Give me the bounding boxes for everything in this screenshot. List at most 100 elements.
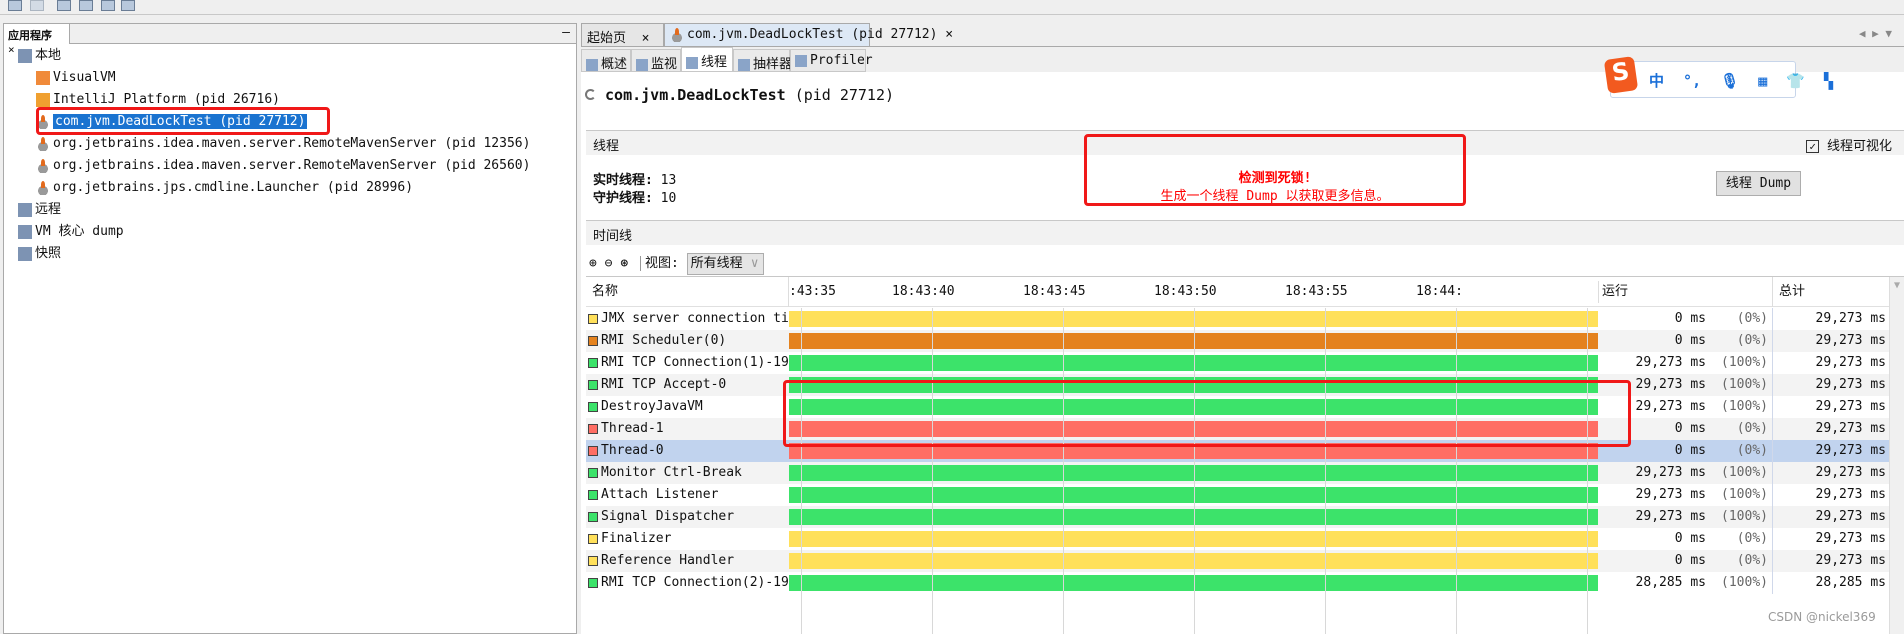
running-time: 0 ms	[1674, 531, 1706, 546]
thread-name-cell: DestroyJavaVM	[586, 396, 788, 418]
thread-state-icon	[588, 511, 598, 522]
total-time: 29,273 ms	[1772, 484, 1886, 506]
running-percent: (0%)	[1736, 311, 1768, 326]
tree-item[interactable]: org.jetbrains.idea.maven.server.RemoteMa…	[36, 156, 530, 176]
loading-icon	[585, 89, 596, 100]
deadlock-annotation	[1084, 134, 1466, 206]
timeline-tick: :43:35	[789, 284, 836, 299]
subtab-4[interactable]: Profiler	[790, 49, 873, 72]
java-icon	[670, 27, 684, 42]
close-icon[interactable]: ×	[642, 31, 650, 46]
main-area: 起始页 × com.jvm.DeadLockTest (pid 27712) ×…	[581, 23, 1904, 634]
close-icon[interactable]: ×	[945, 27, 953, 42]
total-time: 29,273 ms	[1772, 374, 1886, 396]
total-time: 29,273 ms	[1772, 462, 1886, 484]
thread-name: Monitor Ctrl-Break	[601, 465, 742, 480]
watermark: CSDN @nickel369	[1768, 610, 1876, 624]
thread-state-icon	[588, 467, 598, 478]
microphone-icon[interactable]: 🎙	[1720, 72, 1739, 90]
subtab-1[interactable]: 监视	[631, 49, 681, 72]
remote-icon	[18, 202, 32, 217]
apps-icon[interactable]: ▚	[1824, 72, 1833, 90]
timeline-gridline	[1587, 308, 1588, 634]
app-pid: (pid 27712)	[794, 86, 895, 104]
tree-item[interactable]: 远程	[18, 200, 61, 220]
thread-state-icon	[588, 489, 598, 500]
tree-item[interactable]: 快照	[18, 244, 61, 264]
table-row[interactable]: Signal Dispatcher 29,273 ms (100%) 29,273 m…	[586, 506, 1889, 528]
tab-start-page[interactable]: 起始页 ×	[581, 23, 664, 46]
tab-deadlocktest[interactable]: com.jvm.DeadLockTest (pid 27712) ×	[664, 23, 953, 46]
subtab-label: 监视	[651, 57, 678, 72]
visualvm-icon	[36, 70, 50, 85]
thread-name-cell: RMI TCP Connection(2)-192.1	[586, 572, 788, 594]
tree-item[interactable]: 本地	[18, 46, 61, 66]
table-row[interactable]: Reference Handler 0 ms (0%) 29,273 ms	[586, 550, 1889, 572]
header-total[interactable]: 总计	[1772, 277, 1805, 307]
timeline-tick: 18:43:50	[1154, 284, 1217, 299]
timeline-header: :43:35 18:43:40 18:43:45 18:43:50 18:43:55 18…	[788, 277, 1598, 307]
sogou-logo[interactable]: S	[1603, 56, 1639, 94]
snapshot-icon[interactable]	[121, 0, 135, 11]
add-remote-icon[interactable]	[57, 0, 71, 11]
applications-tab[interactable]: 应用程序 ×	[4, 24, 70, 56]
vertical-scrollbar[interactable]: ▼	[1889, 277, 1904, 634]
divider	[581, 46, 1904, 47]
tree-item-label: org.jetbrains.jps.cmdline.Launcher (pid …	[53, 180, 414, 195]
tree-item-label: IntelliJ Platform (pid 26716)	[53, 92, 280, 107]
tree-item[interactable]: org.jetbrains.jps.cmdline.Launcher (pid …	[36, 178, 413, 198]
zoom-fit-icon[interactable]: ⊛	[620, 256, 628, 271]
table-row[interactable]: Attach Listener 29,273 ms (100%) 29,273 ms	[586, 484, 1889, 506]
open-icon[interactable]	[8, 0, 22, 11]
thread-state-icon	[588, 423, 598, 434]
table-row[interactable]: Finalizer 0 ms (0%) 29,273 ms	[586, 528, 1889, 550]
table-row[interactable]: Monitor Ctrl-Break 29,273 ms (100%) 29,273 …	[586, 462, 1889, 484]
running-time: 29,273 ms	[1635, 465, 1706, 480]
thread-dump-button[interactable]: 线程 Dump	[1716, 171, 1801, 196]
subtab-label: 抽样器	[753, 57, 793, 72]
table-row[interactable]: RMI TCP Connection(2)-192.1 28,285 ms (100…	[586, 572, 1889, 594]
tab-nav-arrows[interactable]: ◀ ▶ ▼	[1859, 27, 1892, 40]
tree-item-label: 远程	[35, 202, 62, 217]
subtab-3[interactable]: 抽样器	[733, 49, 793, 72]
tree-item[interactable]: org.jetbrains.idea.maven.server.RemoteMa…	[36, 134, 530, 154]
keyboard-icon[interactable]: ▦	[1758, 72, 1767, 90]
thread-state-icon	[588, 357, 598, 368]
tree-item-label: 本地	[35, 48, 62, 63]
header-running[interactable]: 运行	[1598, 281, 1628, 303]
tree-item[interactable]: VM 核心 dump	[18, 222, 124, 242]
zoom-in-icon[interactable]: ⊕	[589, 256, 597, 271]
column-chooser-icon[interactable]: ▼	[1890, 280, 1904, 291]
table-row[interactable]: RMI Scheduler(0) 0 ms (0%) 29,273 ms	[586, 330, 1889, 352]
heap-dump-icon[interactable]	[101, 0, 115, 11]
timeline-gridline	[1456, 308, 1457, 634]
tree-item[interactable]: VisualVM	[36, 68, 116, 88]
subtab-0[interactable]: 概述	[581, 49, 631, 72]
skin-icon[interactable]: 👕	[1786, 72, 1805, 90]
visualize-checkbox[interactable]: ✓ 线程可视化	[1806, 135, 1892, 154]
close-icon[interactable]: ×	[8, 43, 15, 56]
view-select[interactable]: 所有线程 ∨	[686, 252, 764, 275]
java-icon	[36, 180, 50, 195]
timeline-gridline	[1063, 308, 1064, 634]
total-time: 29,273 ms	[1772, 352, 1886, 374]
table-row[interactable]: JMX server connection timec 0 ms (0%) 29,27…	[586, 308, 1889, 330]
running-percent: (0%)	[1736, 553, 1768, 568]
thread-name: Reference Handler	[601, 553, 735, 568]
zoom-out-icon[interactable]: ⊖	[605, 256, 613, 271]
subtab-2[interactable]: 线程	[681, 47, 733, 72]
ime-punct-button[interactable]: °,	[1683, 72, 1701, 90]
jmx-icon[interactable]	[79, 0, 93, 11]
chevron-down-icon: ∨	[750, 255, 759, 271]
timeline-tick: 18:43:45	[1023, 284, 1086, 299]
ime-mode-button[interactable]: 中	[1649, 72, 1664, 90]
tab-label: 应用程序	[8, 29, 52, 42]
header-name[interactable]: 名称	[592, 281, 618, 303]
core-dump-icon	[18, 224, 32, 239]
table-row[interactable]: RMI TCP Connection(1)-192.1 29,273 ms (100…	[586, 352, 1889, 374]
minimize-button[interactable]: —	[562, 25, 570, 40]
table-header: 名称 :43:35 18:43:40 18:43:45 18:43:50 18:43:5…	[586, 277, 1889, 307]
save-icon[interactable]	[30, 0, 44, 11]
thread-name-cell: RMI TCP Accept-0	[586, 374, 788, 396]
thread-name: Signal Dispatcher	[601, 509, 735, 524]
